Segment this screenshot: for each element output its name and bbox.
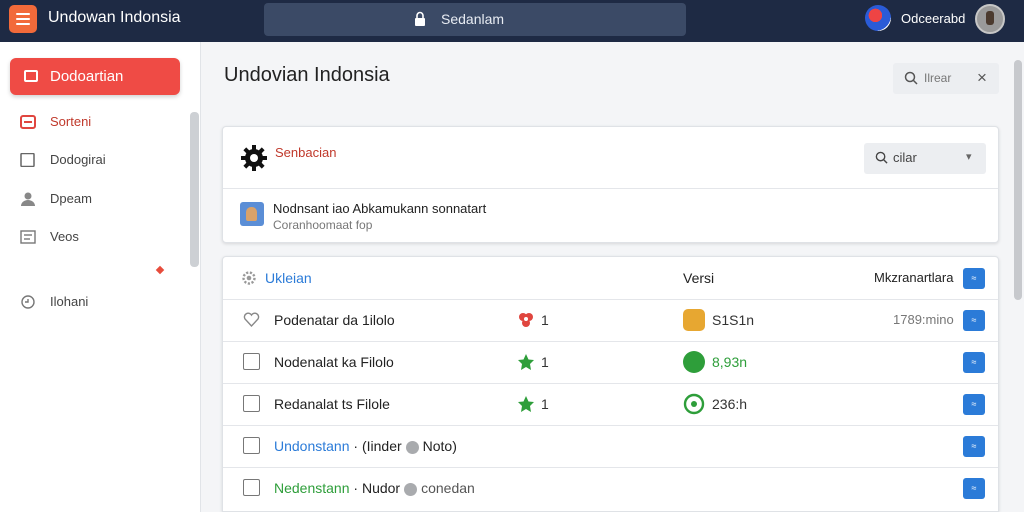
row-action-button[interactable]: ≈ — [963, 436, 985, 457]
filter-input[interactable]: Ilrear × — [893, 63, 999, 94]
table-row[interactable]: Undonstann · (Iinder Noto) ≈ — [223, 425, 998, 467]
data-table: Ukleian Versi Mkzranartlara ≈ Podenatar … — [222, 256, 999, 512]
row-tag: Noto) — [422, 438, 457, 454]
red-flower-icon — [519, 313, 533, 327]
section-title: Senbacian — [275, 145, 337, 160]
sidebar-item-label: Dpeam — [50, 191, 92, 206]
sidebar-item-active[interactable]: Dodoartian — [10, 58, 180, 95]
inbox-icon — [20, 115, 36, 129]
row-name: Podenatar da 1ilolo — [274, 312, 395, 328]
row-action-button[interactable]: ≈ — [963, 352, 985, 373]
green-refresh-icon — [683, 393, 705, 415]
row-version: 8,93n — [712, 354, 748, 370]
sidebar: Dodoartian Sorteni Dodogirai Dpeam Veos … — [0, 42, 201, 512]
square-icon — [20, 153, 35, 167]
row-action-button[interactable]: ≈ — [963, 478, 985, 499]
green-check-icon — [683, 351, 705, 373]
column-header-modified[interactable]: Mkzranartlara — [874, 270, 953, 285]
row-name[interactable]: Nedenstann — [274, 480, 350, 496]
row-time: 1789:mino — [893, 312, 954, 327]
app-title: Undowan Indonsia — [48, 9, 181, 26]
row-checkbox[interactable] — [243, 395, 260, 412]
top-bar: Undowan Indonsia Sedanlam Odceerabd — [0, 0, 1024, 42]
divider — [223, 188, 998, 189]
row-suffix: · Nudor — [353, 480, 401, 496]
profile-avatar[interactable] — [975, 4, 1005, 34]
row-count: 1 — [541, 396, 549, 412]
table-row[interactable]: Podenatar da 1ilolo 1 S1S1n 1789:mino ≈ — [223, 299, 998, 341]
row-suffix: · (Iinder — [353, 438, 402, 454]
row-checkbox[interactable] — [243, 353, 260, 370]
heart-icon[interactable] — [243, 311, 260, 328]
row-content: Undonstann · (Iinder Noto) — [274, 438, 457, 454]
row-count: 1 — [541, 312, 549, 328]
search-icon — [875, 151, 888, 164]
tag-dot-icon — [405, 440, 419, 454]
green-star-icon — [518, 396, 534, 412]
search-icon — [904, 71, 918, 85]
table-row[interactable]: Redanalat ts Filole 1 236:h ≈ — [223, 383, 998, 425]
lock-icon — [415, 11, 425, 26]
page-title: Undovian Indonsia — [224, 64, 390, 86]
top-search-label: Sedanlam — [441, 11, 505, 27]
table-row[interactable]: Nedenstann · Nudor conedan ≈ — [223, 467, 998, 509]
row-name: Redanalat ts Filole — [274, 396, 390, 412]
row-count: 1 — [541, 354, 549, 370]
row-checkbox[interactable] — [243, 479, 260, 496]
notification-dot — [155, 265, 165, 275]
sidebar-item-label: Veos — [50, 229, 79, 244]
section-card: Senbacian cilar ▾ Nodnsant iao Abkamukan… — [222, 126, 999, 243]
row-version: S1S1n — [712, 312, 755, 328]
row-action-button[interactable]: ≈ — [963, 394, 985, 415]
user-icon — [21, 192, 35, 206]
green-star-icon — [518, 354, 534, 370]
notice-title[interactable]: Nodnsant iao Abkamukann sonnatart — [273, 201, 486, 216]
sidebar-item-label: Dodoartian — [50, 68, 124, 85]
close-icon[interactable]: × — [977, 68, 987, 88]
user-name[interactable]: Odceerabd — [901, 11, 965, 26]
row-checkbox[interactable] — [243, 437, 260, 454]
gold-badge-icon — [683, 309, 705, 331]
clock-icon — [21, 295, 35, 309]
gear-icon — [241, 145, 267, 171]
sidebar-item-label: Sorteni — [50, 114, 92, 129]
select-value: cilar — [893, 150, 917, 165]
header-action-button[interactable]: ≈ — [963, 268, 985, 289]
sidebar-scrollbar[interactable] — [190, 112, 199, 267]
row-content: Nedenstann · Nudor conedan — [274, 480, 475, 496]
sidebar-item-label: Dodogirai — [50, 152, 106, 167]
top-search-bar[interactable]: Sedanlam — [264, 3, 686, 36]
sidebar-item-label: Ilohani — [50, 294, 89, 309]
row-version: 236:h — [712, 396, 748, 412]
section-select[interactable]: cilar ▾ — [864, 143, 986, 174]
row-name: Nodenalat ka Filolo — [274, 354, 394, 370]
row-name[interactable]: Undonstann — [274, 438, 350, 454]
column-header-name[interactable]: Ukleian — [265, 270, 312, 286]
hamburger-menu-button[interactable] — [9, 5, 37, 33]
main-scrollbar[interactable] — [1014, 60, 1022, 300]
list-icon — [20, 230, 36, 244]
row-tag: conedan — [421, 480, 475, 496]
settings-icon[interactable] — [240, 269, 258, 287]
user-avatar[interactable] — [865, 5, 891, 31]
notice-thumbnail — [240, 202, 264, 226]
document-icon — [24, 70, 38, 82]
tag-dot-icon — [404, 482, 418, 496]
column-header-version[interactable]: Versi — [683, 270, 714, 286]
table-row[interactable]: Nodenalat ka Filolo 1 8,93n ≈ — [223, 341, 998, 383]
chevron-down-icon: ▾ — [966, 151, 972, 163]
row-action-button[interactable]: ≈ — [963, 310, 985, 331]
notice-subtitle: Coranhoomaat fop — [273, 218, 373, 232]
filter-placeholder: Ilrear — [924, 71, 952, 85]
